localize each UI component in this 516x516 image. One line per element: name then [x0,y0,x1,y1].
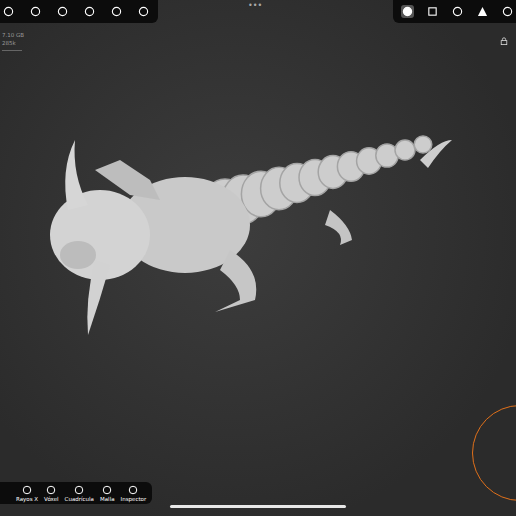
tool-button[interactable] [476,5,489,18]
tool-icon [46,485,56,495]
scene-stats: 7.10 GB285k [2,31,24,51]
tool-button[interactable] [29,5,42,18]
tool-icon [102,485,112,495]
lizard-model[interactable] [0,0,516,516]
snap-icon [452,6,463,17]
tool-icon [22,485,32,495]
globe-icon [30,6,41,17]
image-icon [111,6,122,17]
stat-text: 285k [2,39,24,47]
tool-button[interactable] [426,5,439,18]
bottom-toolbar: Rayos X Vóxel Cuadrícula Malla Inspector [0,482,152,504]
tool-icon [128,485,138,495]
tool-button[interactable] [137,5,150,18]
tool-button[interactable] [56,5,69,18]
stats-divider [2,50,22,51]
bottom-tool[interactable]: Inspector [121,485,147,502]
lock-icon[interactable] [500,37,508,45]
bottom-tool[interactable]: Malla [100,485,115,502]
tool-button[interactable] [451,5,464,18]
tool-icon [74,485,84,495]
cropped-icon [3,6,14,17]
bottom-tool[interactable]: Cuadrícula [65,485,94,502]
bottom-tool[interactable]: Rayos X [16,485,38,502]
top-left-toolbar [0,0,158,23]
bottom-tool[interactable]: Vóxel [44,485,59,502]
material-icon [84,6,95,17]
shading-icon [402,6,413,17]
tool-button[interactable] [501,5,514,18]
viewport[interactable]: ••• 7.10 GB285k Rayos X Vóxel Cuadrícula… [0,0,516,516]
home-indicator [170,505,346,508]
more-menu[interactable]: ••• [248,1,262,10]
tool-button[interactable] [110,5,123,18]
stat-text: 7.10 GB [2,31,24,39]
tool-button[interactable] [2,5,15,18]
tool-button[interactable] [401,5,414,18]
sun-icon [57,6,68,17]
wire-icon [477,6,488,17]
video-icon [138,6,149,17]
top-right-toolbar [393,0,516,23]
settings-icon [502,6,513,17]
frame-icon [427,6,438,17]
stroke-ring[interactable] [472,405,516,501]
tool-button[interactable] [83,5,96,18]
